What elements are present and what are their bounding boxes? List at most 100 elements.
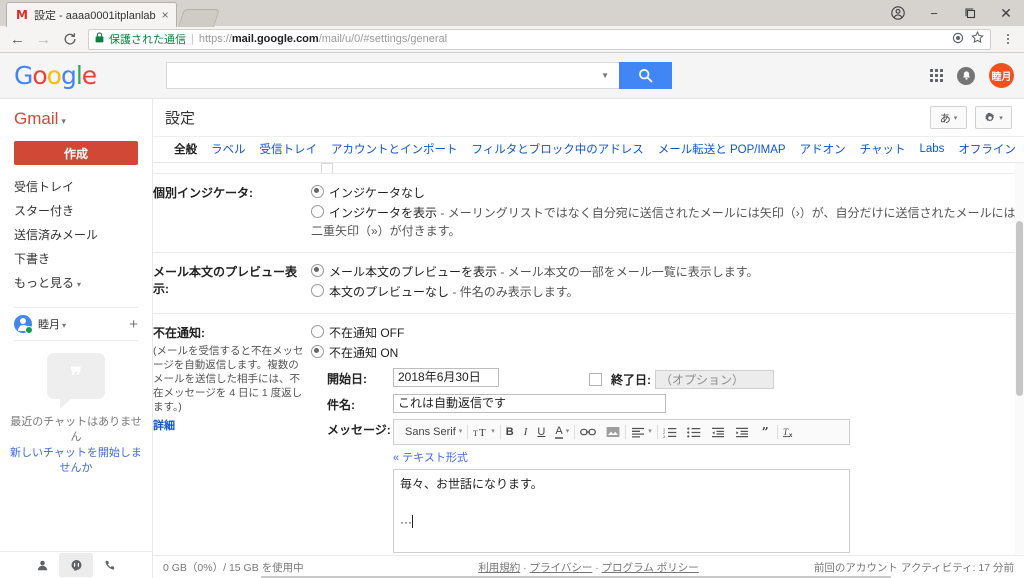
- reload-icon[interactable]: [58, 28, 81, 51]
- scrollbar-thumb[interactable]: [1016, 221, 1023, 396]
- tab-offline[interactable]: オフライン: [951, 141, 1023, 157]
- forward-icon[interactable]: →: [32, 28, 55, 51]
- insert-link-button[interactable]: [575, 424, 601, 440]
- tab-chat[interactable]: チャット: [853, 141, 913, 157]
- radio-vacation-on[interactable]: [311, 345, 324, 358]
- terms-link[interactable]: 利用規約: [478, 562, 520, 574]
- tab-accounts-import[interactable]: アカウントとインポート: [324, 141, 465, 157]
- font-name-label: Sans Serif: [405, 426, 456, 438]
- contacts-icon[interactable]: [25, 553, 59, 577]
- compose-button[interactable]: 作成: [14, 141, 138, 165]
- text-color-button[interactable]: A ▾: [550, 423, 574, 441]
- start-chat-link[interactable]: 新しいチャットを開始しませんか: [0, 446, 152, 476]
- italic-button[interactable]: I: [519, 423, 533, 441]
- chat-user-row[interactable]: 睦月 ▾ +: [0, 312, 152, 336]
- settings-scroll-area[interactable]: 個別インジケータ: インジケータなし インジケータを表示 - メーリングリストで…: [153, 163, 1024, 555]
- plain-text-link[interactable]: « テキスト形式: [393, 449, 850, 467]
- radio-option[interactable]: 不在通知 ON: [311, 344, 1018, 362]
- insert-image-button[interactable]: [601, 424, 625, 440]
- font-size-button[interactable]: T T ▾: [468, 423, 500, 441]
- tab-labels[interactable]: ラベル: [204, 141, 253, 157]
- browser-tab[interactable]: M 設定 - aaaa0001itplanlab ×: [6, 2, 177, 27]
- subject-input[interactable]: [393, 394, 666, 413]
- setting-row-preview: メール本文のプレビュー表示: メール本文のプレビューを表示 - メール本文の一部…: [153, 252, 1024, 314]
- privacy-link[interactable]: プライバシー: [530, 562, 593, 574]
- search-input[interactable]: [173, 67, 598, 84]
- search-box[interactable]: ▼: [166, 62, 619, 89]
- blockquote-button[interactable]: ”: [754, 424, 777, 440]
- sidebar-item-inbox[interactable]: 受信トレイ: [0, 175, 152, 199]
- sidebar-item-sent[interactable]: 送信済みメール: [0, 223, 152, 247]
- program-policy-link[interactable]: プログラム ポリシー: [602, 562, 699, 574]
- sidebar-item-more[interactable]: もっと見る ▾: [0, 271, 152, 297]
- setting-label-preview: メール本文のプレビュー表示:: [153, 252, 311, 314]
- tab-general[interactable]: 全般: [167, 141, 204, 157]
- plus-icon[interactable]: +: [129, 316, 142, 333]
- chat-icon[interactable]: [59, 553, 93, 577]
- tab-labs[interactable]: Labs: [912, 143, 951, 155]
- minimize-button[interactable]: −: [916, 0, 952, 26]
- ime-button[interactable]: あ ▾: [930, 106, 967, 129]
- radio-vacation-off[interactable]: [311, 325, 324, 338]
- radio-option[interactable]: 不在通知 OFF: [311, 324, 1018, 342]
- star-icon[interactable]: [971, 30, 984, 47]
- back-icon[interactable]: ←: [6, 28, 29, 51]
- bold-button[interactable]: B: [501, 423, 519, 441]
- bulleted-list-button[interactable]: [682, 424, 706, 440]
- start-date-input[interactable]: [393, 368, 499, 387]
- radio-option[interactable]: メール本文のプレビューを表示 - メール本文の一部をメール一覧に表示します。: [311, 263, 1018, 281]
- close-window-button[interactable]: ✕: [988, 0, 1024, 26]
- font-family-button[interactable]: Sans Serif ▾: [400, 423, 467, 441]
- align-button[interactable]: ▾: [626, 423, 657, 441]
- chevron-down-icon[interactable]: ▼: [597, 71, 613, 80]
- outdent-button[interactable]: [706, 424, 730, 440]
- new-tab-button[interactable]: [177, 9, 220, 27]
- chevron-down-icon: ▾: [62, 321, 67, 330]
- tab-forwarding-pop-imap[interactable]: メール転送と POP/IMAP: [651, 141, 793, 157]
- radio-option[interactable]: インジケータなし: [311, 184, 1018, 202]
- avatar[interactable]: 睦月: [989, 63, 1014, 88]
- setting-label-indicators: 個別インジケータ:: [153, 173, 311, 253]
- apps-grid-icon[interactable]: [930, 69, 943, 82]
- radio-option[interactable]: 本文のプレビューなし - 件名のみ表示します。: [311, 283, 1018, 301]
- close-icon[interactable]: ×: [162, 9, 169, 21]
- option-label: インジケータなし: [329, 186, 426, 200]
- radio-preview-show[interactable]: [311, 264, 324, 277]
- remove-formatting-button[interactable]: T x: [778, 424, 803, 440]
- tab-addons[interactable]: アドオン: [793, 141, 853, 157]
- search-button[interactable]: [619, 62, 672, 89]
- message-body-input[interactable]: 毎々、お世話になります。 ···: [393, 469, 850, 553]
- end-date-checkbox[interactable]: [589, 373, 602, 386]
- indent-button[interactable]: [730, 424, 754, 440]
- numbered-list-button[interactable]: 1 2 3: [658, 424, 682, 440]
- gmail-menu-button[interactable]: Gmail ▾: [0, 99, 152, 139]
- option-label: メール本文のプレビューを表示: [329, 265, 498, 279]
- vertical-scrollbar[interactable]: [1015, 163, 1024, 555]
- underline-button[interactable]: U: [532, 423, 550, 441]
- bulleted-list-icon: [686, 424, 701, 440]
- sidebar-item-starred[interactable]: スター付き: [0, 199, 152, 223]
- tab-inbox[interactable]: 受信トレイ: [253, 141, 325, 157]
- three-dots-icon[interactable]: [998, 28, 1018, 51]
- bold-icon: B: [505, 426, 514, 438]
- radio-preview-none[interactable]: [311, 284, 324, 297]
- bell-icon[interactable]: [957, 66, 975, 85]
- divider: [14, 307, 138, 308]
- tab-filters[interactable]: フィルタとブロック中のアドレス: [465, 141, 651, 157]
- phone-icon[interactable]: [93, 553, 127, 577]
- address-bar[interactable]: 保護された通信 | https://mail.google.com/mail/u…: [88, 28, 991, 50]
- online-status-dot: [25, 326, 33, 334]
- profile-icon[interactable]: [880, 0, 916, 26]
- sidebar-item-drafts[interactable]: 下書き: [0, 247, 152, 271]
- maximize-icon: [964, 7, 975, 18]
- maximize-button[interactable]: [952, 0, 988, 26]
- radio-indicators-none[interactable]: [311, 185, 324, 198]
- end-date-input[interactable]: （オプション）: [655, 370, 774, 389]
- gear-button[interactable]: ▾: [975, 106, 1012, 129]
- vacation-more-link[interactable]: 詳細: [153, 417, 175, 433]
- extension-icon[interactable]: [952, 32, 964, 47]
- radio-indicators-show[interactable]: [311, 205, 324, 218]
- svg-text:T: T: [473, 429, 478, 438]
- outdent-glyph: [711, 427, 724, 437]
- radio-option[interactable]: インジケータを表示 - メーリングリストではなく自分宛に送信されたメールには矢印…: [311, 204, 1018, 240]
